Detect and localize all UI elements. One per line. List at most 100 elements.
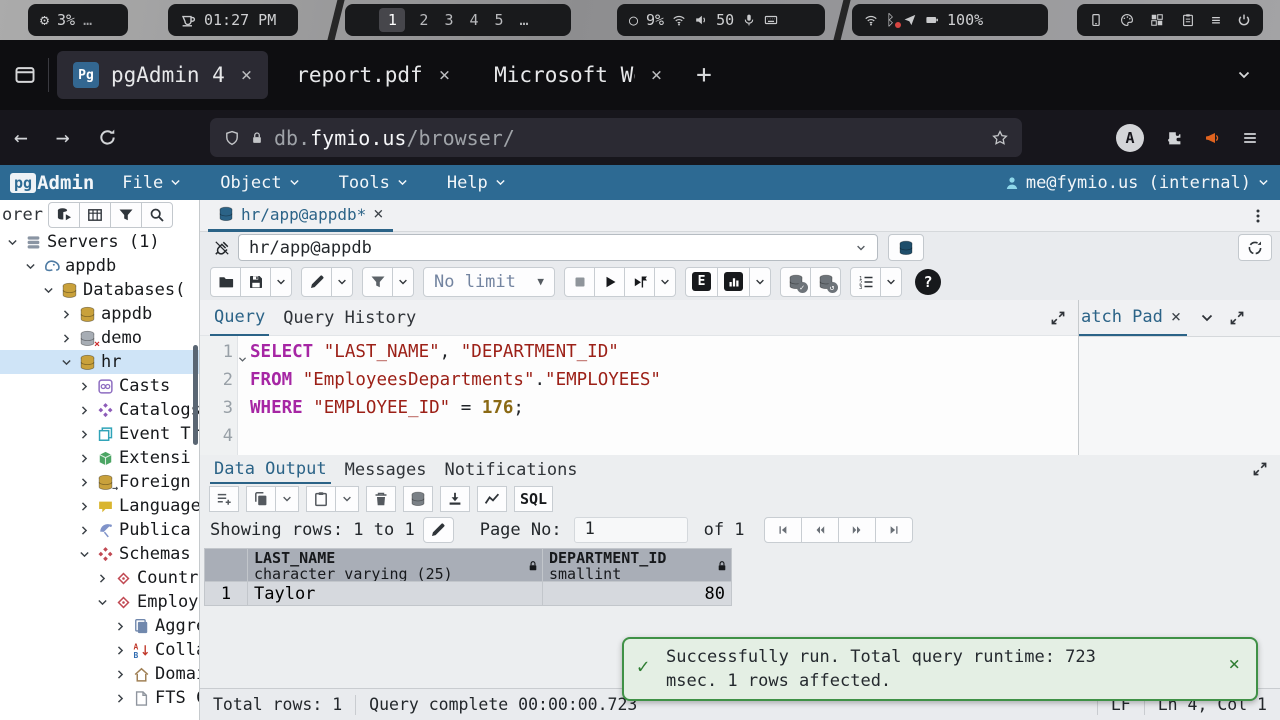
- column-header-last_name[interactable]: LAST_NAMEcharacter varying (25): [247, 548, 543, 582]
- workspace-active[interactable]: 1: [379, 8, 405, 32]
- fold-chevron-icon[interactable]: [237, 346, 248, 374]
- chevron-right-icon[interactable]: [78, 404, 92, 417]
- connection-select[interactable]: hr/app@appdb: [238, 234, 878, 261]
- chevron-right-icon[interactable]: [114, 644, 128, 657]
- close-tab-icon[interactable]: ×: [237, 64, 252, 86]
- paste-button[interactable]: [306, 486, 336, 512]
- tab-messages[interactable]: Messages: [341, 455, 431, 484]
- explain-analyze-button[interactable]: [717, 267, 750, 297]
- workspace-switcher[interactable]: 1 2345…: [345, 4, 571, 36]
- chevron-down-icon[interactable]: [6, 236, 20, 249]
- macros-chevron-icon[interactable]: [880, 267, 902, 297]
- forward-button[interactable]: →: [42, 125, 84, 151]
- chevron-down-icon[interactable]: [1199, 310, 1215, 326]
- tab-list-chevron-icon[interactable]: [1236, 67, 1252, 83]
- url-bar[interactable]: db.fymio.us/browser/: [210, 118, 1022, 157]
- url-text[interactable]: db.fymio.us/browser/: [274, 126, 982, 150]
- power-icon[interactable]: [1237, 13, 1251, 27]
- search-button[interactable]: [141, 202, 173, 228]
- execute-options-button[interactable]: [624, 267, 655, 297]
- tree-item-employ[interactable]: Employ: [0, 590, 199, 614]
- scratch-pad-tab[interactable]: atch Pad ×: [1079, 300, 1187, 336]
- chevron-right-icon[interactable]: [114, 692, 128, 705]
- close-icon[interactable]: ×: [373, 204, 383, 224]
- copy-button[interactable]: [246, 486, 276, 512]
- prev-page-button[interactable]: [801, 517, 839, 543]
- browser-tab-word[interactable]: Microsoft Wo ×: [478, 51, 678, 99]
- data-cell[interactable]: Taylor: [247, 581, 543, 606]
- maximize-scratch-icon[interactable]: [1229, 310, 1245, 326]
- tab-notifications[interactable]: Notifications: [440, 455, 581, 484]
- tree-item-servers-1[interactable]: Servers (1): [0, 230, 199, 254]
- tree-item-extensi[interactable]: Extensi: [0, 446, 199, 470]
- browser-tab-pgadmin[interactable]: Pg pgAdmin 4 ×: [57, 51, 268, 99]
- save-file-button[interactable]: [240, 267, 271, 297]
- workspace-item[interactable]: 4: [461, 11, 486, 29]
- chevron-right-icon[interactable]: [78, 476, 92, 489]
- add-row-button[interactable]: [209, 486, 239, 512]
- explain-button[interactable]: E: [685, 267, 718, 297]
- rollback-button[interactable]: ↺: [810, 267, 841, 297]
- menu-tools[interactable]: Tools: [339, 173, 409, 193]
- tree-item-language[interactable]: Language: [0, 494, 199, 518]
- delete-row-button[interactable]: [366, 486, 396, 512]
- user-menu[interactable]: me@fymio.us (internal): [1004, 173, 1270, 193]
- extension-megaphone-icon[interactable]: [1204, 130, 1220, 146]
- reload-button[interactable]: [84, 128, 131, 147]
- edit-range-button[interactable]: [423, 517, 454, 543]
- scratch-pad-body[interactable]: [1079, 336, 1280, 455]
- chevron-right-icon[interactable]: [114, 620, 128, 633]
- open-file-button[interactable]: [210, 267, 241, 297]
- back-button[interactable]: ←: [0, 125, 42, 151]
- workspace-item[interactable]: 2: [411, 11, 436, 29]
- menu-icon[interactable]: ≡: [1211, 11, 1220, 29]
- download-button[interactable]: [440, 486, 470, 512]
- sql-editor[interactable]: 1234 SELECT "LAST_NAME", "DEPARTMENT_ID"…: [200, 336, 1078, 455]
- tree-item-countr[interactable]: Countr: [0, 566, 199, 590]
- next-page-button[interactable]: [838, 517, 876, 543]
- workspace-list[interactable]: 2345…: [411, 11, 536, 29]
- tree-item-appdb[interactable]: appdb: [0, 302, 199, 326]
- execute-button[interactable]: [594, 267, 625, 297]
- tree-item-fts-c[interactable]: FTS C: [0, 686, 199, 710]
- maximize-output-icon[interactable]: [1252, 461, 1268, 477]
- code-line[interactable]: WHERE "EMPLOYEE_ID" = 176;: [250, 394, 1078, 422]
- code-line[interactable]: [250, 422, 1078, 450]
- browser-tab-report[interactable]: report.pdf ×: [280, 51, 466, 99]
- filter-tree-button[interactable]: [110, 202, 142, 228]
- media-status-widget[interactable]: ○ 9% 50: [617, 4, 825, 36]
- row-limit-select[interactable]: No limit ▼: [423, 267, 555, 297]
- copy-chevron-icon[interactable]: [275, 486, 299, 512]
- code-line[interactable]: SELECT "LAST_NAME", "DEPARTMENT_ID": [250, 338, 1078, 366]
- tree-item-appdb[interactable]: appdb: [0, 254, 199, 278]
- execute-chevron-icon[interactable]: [654, 267, 676, 297]
- close-notification-icon[interactable]: ×: [1229, 653, 1240, 675]
- phone-icon[interactable]: [1089, 13, 1103, 27]
- commit-button[interactable]: ✓: [780, 267, 811, 297]
- tree-item-colla[interactable]: Colla: [0, 638, 199, 662]
- save-options-chevron-icon[interactable]: [270, 267, 292, 297]
- tab-data-output[interactable]: Data Output: [210, 455, 331, 484]
- hamburger-menu-icon[interactable]: [1242, 130, 1258, 146]
- tree-item-foreign[interactable]: →Foreign: [0, 470, 199, 494]
- connection-plug-icon[interactable]: [206, 234, 238, 261]
- account-button[interactable]: A: [1116, 124, 1144, 152]
- edit-button[interactable]: [301, 267, 332, 297]
- data-cell[interactable]: 80: [542, 581, 732, 606]
- apps-grid-icon[interactable]: [1150, 13, 1164, 27]
- page-input[interactable]: 1: [574, 517, 688, 543]
- column-header-department_id[interactable]: DEPARTMENT_IDsmallint: [542, 548, 732, 582]
- lock-icon[interactable]: [250, 131, 264, 145]
- query-tool-tab[interactable]: hr/app@appdb* ×: [208, 200, 393, 232]
- system-tray-widget[interactable]: ≡: [1077, 4, 1263, 36]
- paste-chevron-icon[interactable]: [335, 486, 359, 512]
- tree-item-aggre[interactable]: Aggre: [0, 614, 199, 638]
- save-data-button[interactable]: [403, 486, 433, 512]
- chevron-right-icon[interactable]: [78, 500, 92, 513]
- chevron-down-icon[interactable]: [78, 548, 92, 561]
- macros-list-button[interactable]: [850, 267, 881, 297]
- tree-item-catalogs[interactable]: Catalogs: [0, 398, 199, 422]
- firefox-view-button[interactable]: [10, 60, 40, 90]
- cpu-widget[interactable]: ⚙ 3% …: [28, 4, 128, 36]
- row-number-cell[interactable]: 1: [204, 581, 248, 606]
